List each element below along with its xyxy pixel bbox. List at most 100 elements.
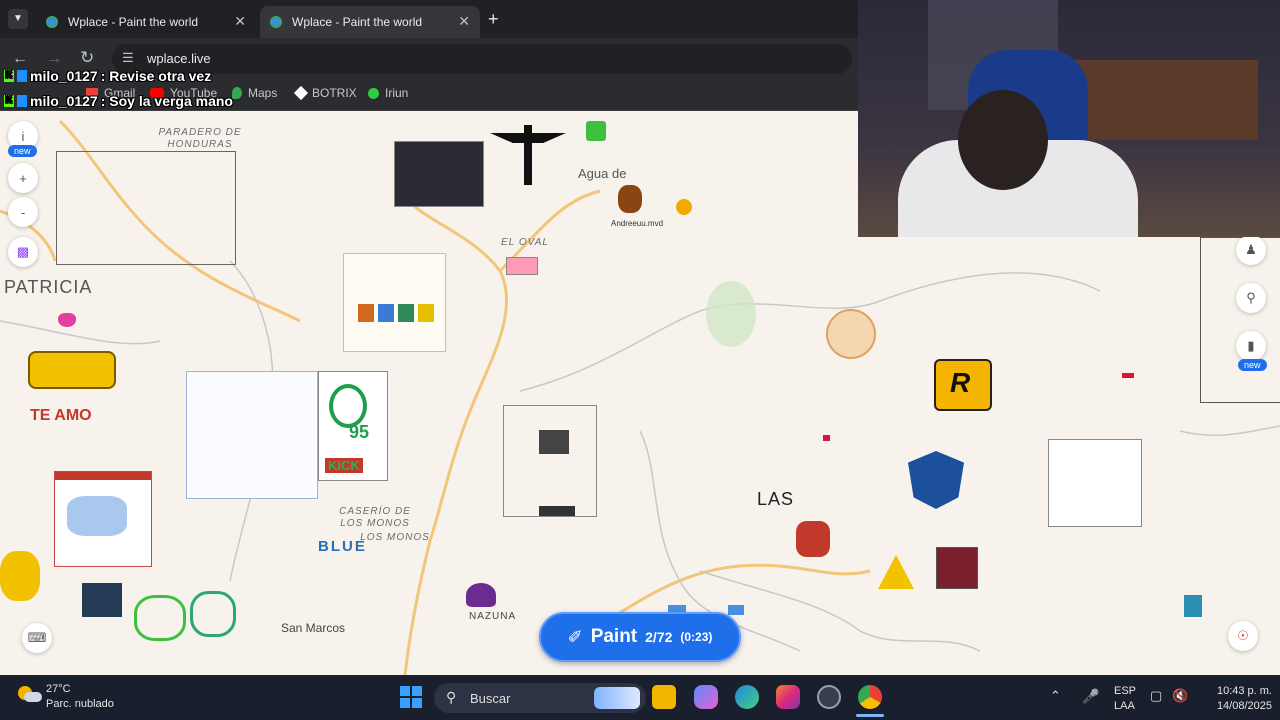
place-label: San Marcos: [281, 621, 346, 635]
anime-pixel-art: [394, 141, 484, 207]
maps-icon: [232, 87, 242, 99]
leaderboard-users-icon[interactable]: ♟: [1236, 235, 1266, 265]
bookmark-botrix[interactable]: BOTRIX: [293, 85, 357, 101]
close-tab-icon[interactable]: ✕: [458, 13, 470, 30]
zoom-out-button[interactable]: -: [8, 197, 38, 227]
orange-pixel-art: [676, 199, 692, 215]
stats-chart-icon[interactable]: ▮: [1236, 331, 1266, 361]
anime-girl-pixel-art: [826, 309, 876, 359]
close-tab-icon[interactable]: ✕: [234, 13, 246, 30]
tab-2[interactable]: Wplace - Paint the world ✕: [260, 6, 480, 38]
new-badge: new: [8, 145, 37, 157]
edge-icon[interactable]: [735, 685, 759, 709]
clock-date[interactable]: 14/08/2025: [1206, 700, 1272, 712]
botrix-icon: [293, 85, 309, 101]
zoom-in-button[interactable]: +: [8, 163, 38, 193]
microphone-icon[interactable]: 🎤: [1082, 688, 1099, 705]
search-location-icon[interactable]: ⚲: [1236, 283, 1266, 313]
tab-title: Wplace - Paint the world: [292, 15, 423, 29]
volume-muted-icon[interactable]: 🔇: [1172, 688, 1188, 704]
network-icon[interactable]: ▢: [1150, 688, 1162, 704]
kick-icon: K: [4, 95, 14, 107]
south-park-pixel-art: [343, 253, 446, 352]
iriun-icon: [368, 87, 379, 99]
shelf-figures: [1058, 60, 1258, 140]
plus-icon[interactable]: +: [488, 9, 499, 30]
windows-start-icon[interactable]: [400, 686, 422, 708]
back-arrow-icon[interactable]: ←: [12, 50, 28, 68]
badge-icon: [17, 70, 27, 82]
purple-character-pixel-art: [466, 583, 496, 607]
chat-message: K milo_0127 : Revise otra vez: [4, 68, 212, 84]
search-placeholder: Buscar: [470, 691, 511, 706]
file-explorer-icon[interactable]: [652, 685, 676, 709]
place-label: PARADERO DE: [158, 127, 242, 138]
active-app-indicator: [856, 714, 884, 717]
clock-time[interactable]: 10:43 p. m.: [1206, 685, 1272, 697]
language-layout[interactable]: LAA: [1114, 700, 1135, 712]
instagram-icon[interactable]: [776, 685, 800, 709]
green-blob-pixel-art: [706, 281, 756, 347]
tab-1[interactable]: Wplace - Paint the world ✕: [36, 6, 256, 38]
nyan-cat-pixel-art: [506, 257, 538, 275]
teal-pixel-art: [1184, 595, 1202, 617]
red-pixel: [1122, 373, 1134, 378]
chevron-up-icon[interactable]: ⌃: [1050, 688, 1061, 704]
blue-sketch-pixel-art: [186, 371, 318, 499]
pixel-art-text: NAZUNA: [469, 611, 517, 622]
place-label: EL OVAL: [501, 237, 549, 248]
address-field[interactable]: ☰ wplace.live: [112, 44, 852, 74]
paint-count: 2/72: [645, 629, 673, 645]
pixel-art-text: KICK: [325, 458, 363, 473]
pixel-art-text: PATRICIA: [4, 277, 93, 297]
place-label: CASERÍO DE: [339, 506, 411, 517]
badge-icon: [17, 95, 27, 107]
reload-icon[interactable]: ↻: [80, 48, 94, 68]
place-label: HONDURAS: [167, 139, 233, 150]
bookmark-maps[interactable]: Maps: [232, 86, 277, 100]
globe-icon: [46, 16, 58, 28]
place-label: Agua de: [578, 166, 627, 181]
app-icon[interactable]: [817, 685, 841, 709]
browser-tab-bar: ▼ Wplace - Paint the world ✕ Wplace - Pa…: [0, 0, 860, 38]
yellow-car-pixel-art: [28, 351, 116, 389]
weather-desc: Parc. nublado: [46, 698, 114, 710]
site-settings-icon[interactable]: ☰: [122, 50, 134, 66]
green-emblem-pixel-art: [190, 591, 236, 637]
outline-pixel-art: [1200, 237, 1280, 403]
brush-icon: ✐: [567, 626, 583, 647]
keyboard-icon[interactable]: ⌨: [22, 623, 52, 653]
pixel-art-text: LAS: [757, 489, 795, 509]
pixel-art-frame: [56, 151, 236, 265]
bill-cipher-pixel-art: [878, 555, 914, 589]
locate-me-icon[interactable]: ☉: [1228, 621, 1258, 651]
paint-label: Paint: [590, 626, 638, 647]
heart-pixel-art: [58, 313, 76, 327]
blue-pixel: [728, 605, 744, 615]
tab-search-chevron-icon[interactable]: ▼: [8, 9, 28, 29]
tab-title: Wplace - Paint the world: [68, 15, 199, 29]
twitch-icon[interactable]: ▩: [8, 237, 38, 267]
pixel-art-text: 95: [349, 422, 370, 442]
forward-arrow-icon[interactable]: →: [46, 50, 62, 68]
dark-red-pixel-art: [936, 547, 978, 589]
bookmark-iriun[interactable]: Iriun: [368, 86, 408, 100]
white-cat-pixel-art: [1048, 439, 1142, 527]
url-text: wplace.live: [147, 51, 211, 66]
globe-icon: [270, 16, 282, 28]
kick-icon: K: [4, 70, 14, 82]
pixel-art-text: TE AMO: [30, 407, 92, 424]
paint-button[interactable]: ✐ Paint 2/72 (0:23): [539, 612, 741, 662]
copilot-icon[interactable]: [694, 685, 718, 709]
paint-timer: (0:23): [680, 630, 713, 644]
search-highlight-icon: [594, 687, 640, 709]
taskbar-search-box[interactable]: ⚲ Buscar: [434, 683, 646, 713]
place-label: LOS MONOS: [340, 518, 410, 529]
pixel-art-text: Andreeuu.mvd: [611, 219, 664, 228]
weather-widget[interactable]: [18, 684, 42, 706]
language-code[interactable]: ESP: [1114, 685, 1136, 697]
new-badge: new: [1238, 359, 1267, 371]
wolf-pixel-art: [82, 583, 122, 617]
chrome-icon[interactable]: [858, 685, 882, 709]
chat-message: K milo_0127 : Soy la verga mano: [4, 93, 233, 109]
